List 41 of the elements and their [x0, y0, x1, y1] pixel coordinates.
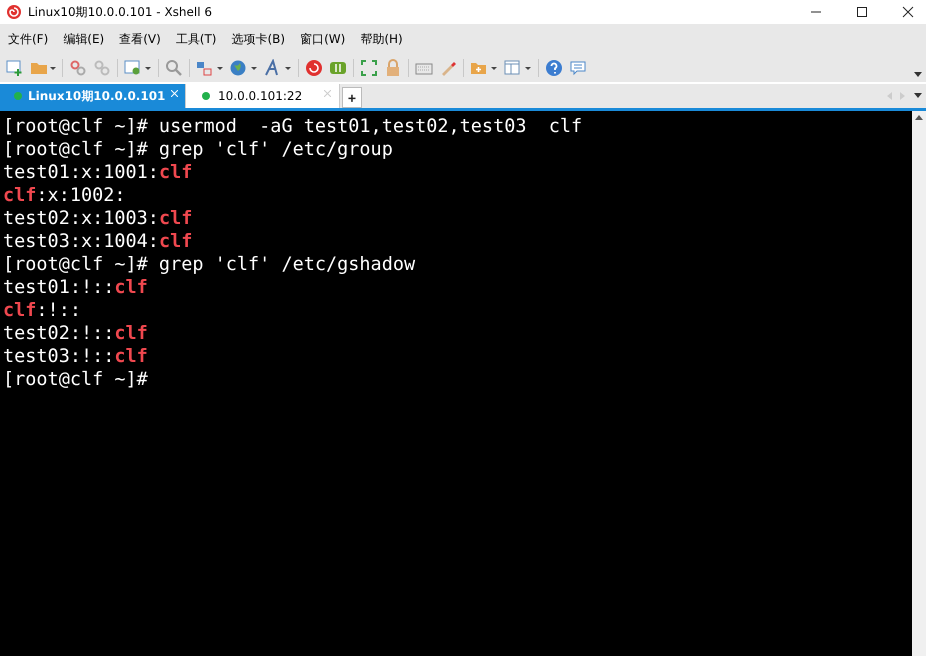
- menu-item[interactable]: 窗口(W): [300, 30, 346, 48]
- maximize-icon[interactable]: [856, 6, 868, 18]
- snail-icon[interactable]: [305, 59, 323, 77]
- globe-icon[interactable]: [230, 59, 258, 77]
- terminal-line: test03:!::clf: [3, 345, 148, 368]
- terminal-line: test03:x:1004:clf: [3, 230, 192, 253]
- font-icon[interactable]: [264, 59, 292, 77]
- dropdown-icon[interactable]: [914, 72, 922, 78]
- menu-item[interactable]: 工具(T): [176, 30, 216, 48]
- scroll-up-icon[interactable]: [915, 115, 923, 121]
- scrollbar[interactable]: [912, 111, 926, 656]
- session-tab[interactable]: Linux10期10.0.0.101: [0, 84, 186, 108]
- terminal-line: [root@clf ~]# grep 'clf' /etc/group: [3, 138, 393, 161]
- close-icon[interactable]: [902, 6, 914, 18]
- terminal-line: [root@clf ~]#: [3, 368, 148, 391]
- window-title: Linux10期10.0.0.101 - Xshell 6: [28, 4, 212, 20]
- menu-item[interactable]: 帮助(H): [360, 30, 403, 48]
- snail-logo-icon: [6, 4, 22, 20]
- lock-icon[interactable]: [384, 59, 402, 77]
- fullscreen-icon[interactable]: [360, 59, 378, 77]
- new-session-icon[interactable]: [6, 59, 24, 77]
- dropdown-icon[interactable]: [914, 93, 922, 99]
- terminal-line: clf:!::: [3, 299, 81, 322]
- session-tab[interactable]: 10.0.0.101:22: [186, 84, 340, 108]
- terminal-line: clf:x:1002:: [3, 184, 126, 207]
- terminal-line: [root@clf ~]# grep 'clf' /etc/gshadow: [3, 253, 416, 276]
- menu-item[interactable]: 选项卡(B): [232, 30, 286, 48]
- terminal-line: test02:!::clf: [3, 322, 148, 345]
- chat-icon[interactable]: [569, 59, 587, 77]
- terminal-line: test01:!::clf: [3, 276, 148, 299]
- layout-icon[interactable]: [504, 59, 532, 77]
- disconnect-icon[interactable]: [69, 59, 87, 77]
- new-tab-button[interactable]: +: [342, 87, 362, 108]
- menu-item[interactable]: 文件(F): [8, 30, 48, 48]
- menu-item[interactable]: 编辑(E): [63, 30, 104, 48]
- help-icon[interactable]: [545, 59, 563, 77]
- terminal-line: [root@clf ~]# usermod -aG test01,test02,test03 clf: [3, 115, 582, 138]
- terminal-line: test02:x:1003:clf: [3, 207, 192, 230]
- menu-item[interactable]: 查看(V): [119, 30, 161, 48]
- search-icon[interactable]: [165, 59, 183, 77]
- terminal-line: test01:x:1001:clf: [3, 161, 192, 184]
